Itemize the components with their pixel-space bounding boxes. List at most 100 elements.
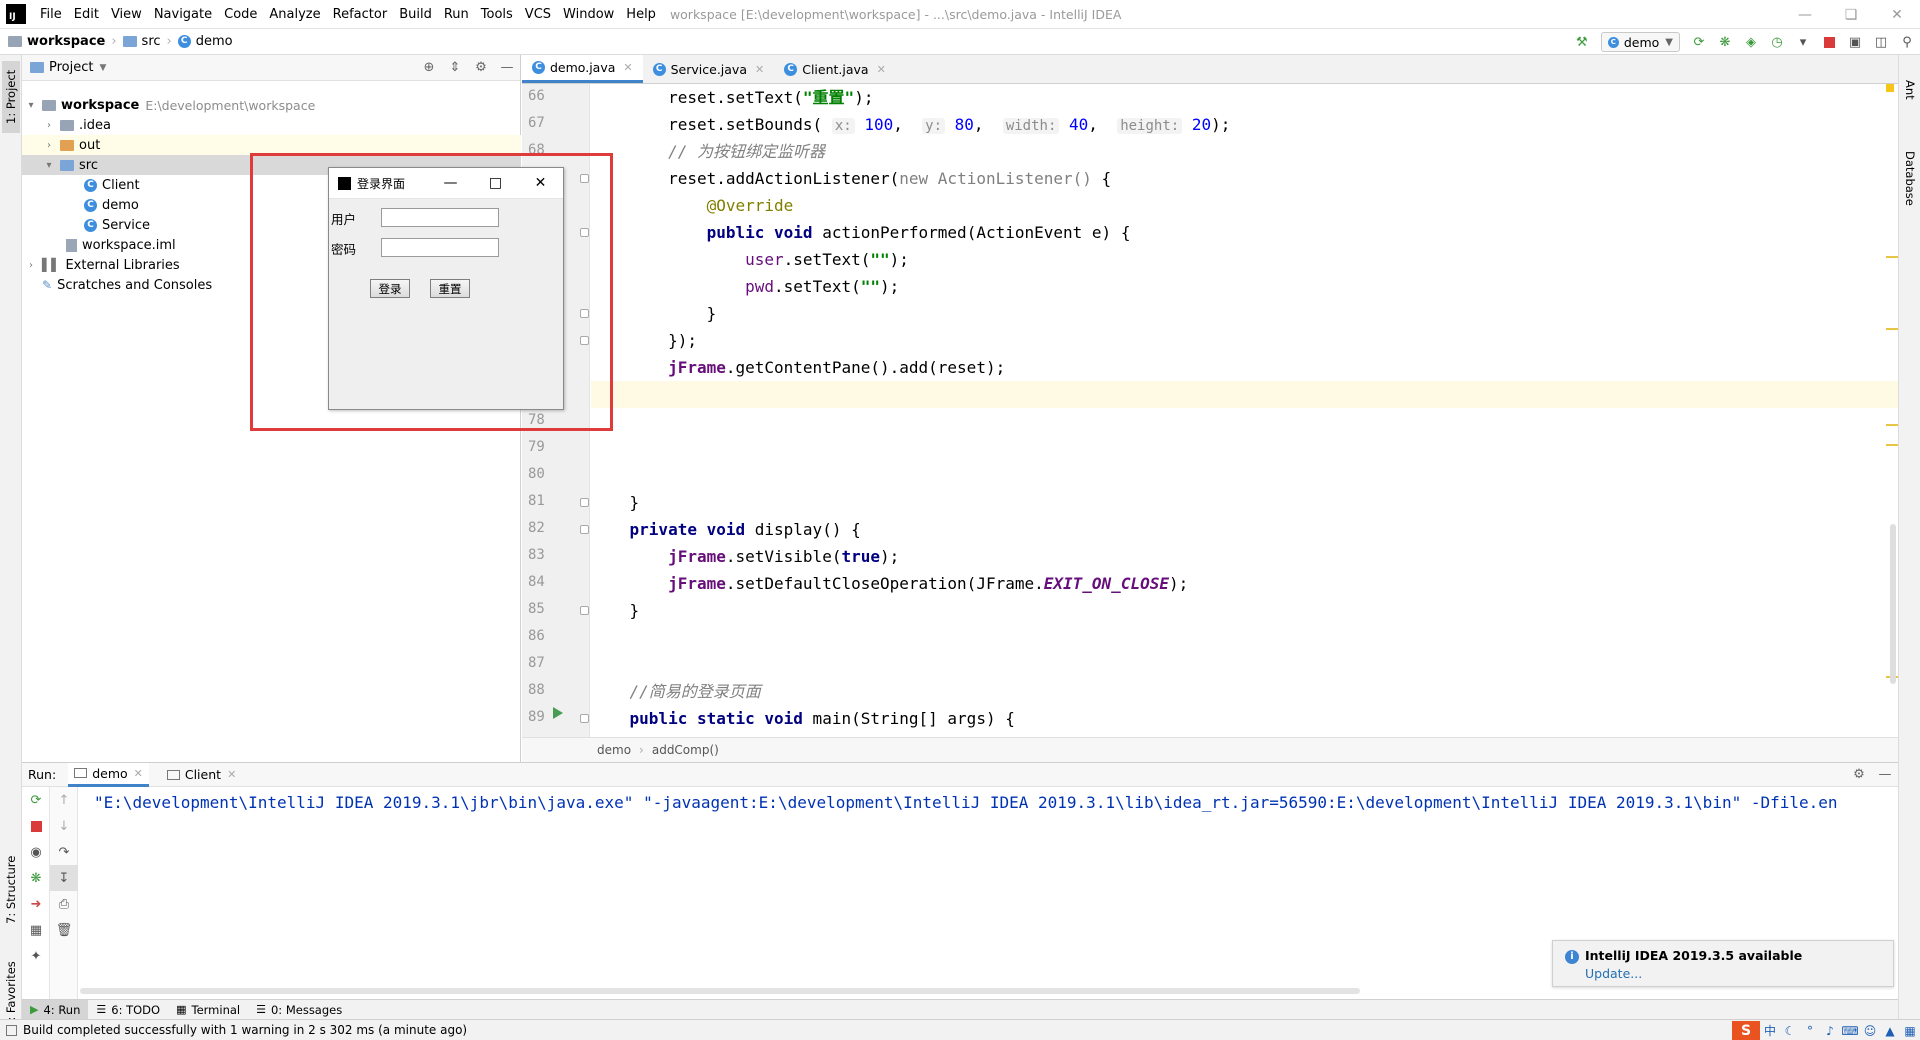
close-tab-icon[interactable]: ✕ — [623, 61, 632, 74]
search-icon[interactable]: ⚲ — [1894, 31, 1920, 53]
scroll-to-end-icon[interactable]: ↧ — [50, 865, 78, 891]
collapsed-arrow-icon[interactable]: › — [42, 120, 56, 131]
collapsed-arrow-icon[interactable]: › — [24, 260, 38, 271]
close-icon[interactable]: ✕ — [1874, 0, 1920, 29]
warning-indicator-icon[interactable] — [1886, 84, 1894, 92]
exit-icon[interactable]: ➜ — [22, 891, 50, 917]
menu-file[interactable]: File — [34, 0, 68, 29]
hide-icon[interactable]: — — [494, 57, 520, 79]
tool-tab-terminal[interactable]: ▦ Terminal — [168, 1000, 248, 1020]
menu-window[interactable]: Window — [557, 0, 620, 29]
menu-navigate[interactable]: Navigate — [148, 0, 218, 29]
run-tab-demo[interactable]: demo ✕ — [68, 762, 149, 787]
update-link[interactable]: Update... — [1585, 966, 1642, 981]
punctuation-icon[interactable]: ° — [1800, 1021, 1820, 1040]
menu-vcs[interactable]: VCS — [519, 0, 557, 29]
user-input[interactable] — [381, 208, 499, 227]
tool-tab-messages[interactable]: ☰ 0: Messages — [248, 1000, 350, 1020]
breadcrumb-workspace[interactable]: workspace › — [8, 34, 123, 49]
trash-icon[interactable]: 🗑 — [50, 917, 78, 943]
console-scrollbar[interactable] — [80, 988, 1360, 994]
expanded-arrow-icon[interactable]: ▾ — [24, 100, 38, 111]
run-tab-client[interactable]: Client ✕ — [161, 763, 242, 787]
menu-refactor[interactable]: Refactor — [327, 0, 394, 29]
expanded-arrow-icon[interactable]: ▾ — [42, 160, 56, 171]
tool-tab-run[interactable]: ▶ 4: Run — [22, 999, 89, 1020]
tree-item-idea[interactable]: › .idea — [22, 115, 521, 135]
tool-tab-ant[interactable]: Ant — [1901, 65, 1919, 115]
arrow-down-icon[interactable]: ↓ — [50, 813, 78, 839]
tree-item-workspace[interactable]: ▾ workspace E:\development\workspace — [22, 95, 521, 115]
fold-marker-icon[interactable] — [580, 606, 589, 615]
editor-scrollbar[interactable] — [1890, 524, 1896, 684]
gear-icon[interactable]: ⚙ — [1846, 764, 1872, 786]
layout-toggle-icon[interactable] — [6, 1024, 17, 1036]
hide-icon[interactable]: — — [1872, 764, 1898, 786]
ime-mode[interactable]: 中 — [1760, 1021, 1780, 1040]
menu-run[interactable]: Run — [438, 0, 475, 29]
chevron-down-icon[interactable]: ▼ — [99, 63, 106, 73]
menu-build[interactable]: Build — [393, 0, 438, 29]
tool-tab-structure[interactable]: 7: Structure — [2, 855, 20, 925]
breadcrumb-demo[interactable]: Cdemo — [177, 34, 233, 49]
soft-wrap-icon[interactable]: ↷ — [50, 839, 78, 865]
moon-icon[interactable]: ☾ — [1780, 1021, 1800, 1040]
build-hammer-icon[interactable]: ⚒ — [1569, 31, 1595, 53]
tool-tab-todo[interactable]: ☰ 6: TODO — [88, 1000, 168, 1020]
fold-marker-icon[interactable] — [580, 525, 589, 534]
menu-code[interactable]: Code — [218, 0, 263, 29]
menu-tools[interactable]: Tools — [475, 0, 519, 29]
scroll-marker[interactable] — [1886, 256, 1898, 258]
project-structure-icon[interactable]: ▣ — [1842, 31, 1868, 53]
grid-icon[interactable]: ▦ — [1900, 1021, 1920, 1040]
microphone-icon[interactable]: ♪ — [1820, 1021, 1840, 1040]
code-editor[interactable]: reset.setText("重置"); reset.setBounds( x:… — [591, 84, 1898, 737]
coverage-icon[interactable]: ◈ — [1738, 31, 1764, 53]
tab-client-java[interactable]: C Client.java ✕ — [774, 55, 896, 83]
project-view-select[interactable]: Project — [49, 60, 93, 75]
scroll-marker[interactable] — [1886, 328, 1898, 330]
menu-help[interactable]: Help — [620, 0, 662, 29]
keyboard-icon[interactable]: ⌨ — [1840, 1021, 1860, 1040]
password-input[interactable] — [381, 238, 499, 257]
scroll-marker[interactable] — [1886, 444, 1898, 446]
stop-icon[interactable] — [22, 813, 50, 839]
tab-service-java[interactable]: C Service.java ✕ — [643, 55, 775, 83]
minimize-icon[interactable]: — — [1782, 0, 1828, 29]
print-icon[interactable]: ⎙ — [50, 891, 78, 917]
maximize-icon[interactable]: □ — [473, 168, 518, 199]
breadcrumb-class[interactable]: demo — [597, 743, 631, 757]
run-menu-icon[interactable]: ▾ — [1790, 31, 1816, 53]
close-tab-icon[interactable]: ✕ — [227, 768, 236, 781]
fold-marker-icon[interactable] — [580, 498, 589, 507]
tool-tab-database[interactable]: Database — [1901, 123, 1919, 233]
close-icon[interactable]: ✕ — [518, 168, 563, 199]
tool-tab-project[interactable]: 1: Project — [2, 61, 20, 133]
minimize-icon[interactable]: — — [428, 168, 473, 199]
debug-icon[interactable]: ❋ — [1712, 31, 1738, 53]
console-output[interactable]: "E:\development\IntelliJ IDEA 2019.3.1\j… — [94, 793, 1838, 812]
run-main-icon[interactable] — [553, 707, 563, 719]
locate-icon[interactable]: ⊕ — [416, 57, 442, 79]
close-tab-icon[interactable]: ✕ — [877, 63, 886, 76]
run-config-select[interactable]: Cdemo ▼ — [1600, 32, 1680, 52]
rerun-icon[interactable]: ⟳ — [1686, 31, 1712, 53]
menu-analyze[interactable]: Analyze — [263, 0, 326, 29]
menu-view[interactable]: View — [105, 0, 148, 29]
sogou-ime-logo-icon[interactable]: S — [1732, 1020, 1760, 1040]
restore-icon[interactable]: ❏ — [1828, 0, 1874, 29]
breadcrumb-method[interactable]: addComp() — [652, 743, 719, 757]
fold-marker-icon[interactable] — [580, 714, 589, 723]
profile-icon[interactable]: ◷ — [1764, 31, 1790, 53]
shirt-icon[interactable]: ▲ — [1880, 1021, 1900, 1040]
debug-icon[interactable]: ❋ — [22, 865, 50, 891]
camera-icon[interactable]: ◉ — [22, 839, 50, 865]
arrow-up-icon[interactable]: ↑ — [50, 787, 78, 813]
collapsed-arrow-icon[interactable]: › — [42, 140, 56, 151]
gear-icon[interactable]: ⚙ — [468, 57, 494, 79]
collapse-icon[interactable]: ⇕ — [442, 57, 468, 79]
scroll-marker[interactable] — [1886, 424, 1898, 426]
tab-demo-java[interactable]: C demo.java ✕ — [522, 55, 643, 83]
user-icon[interactable]: ☺ — [1860, 1021, 1880, 1040]
tree-item-out[interactable]: › out — [22, 135, 521, 155]
